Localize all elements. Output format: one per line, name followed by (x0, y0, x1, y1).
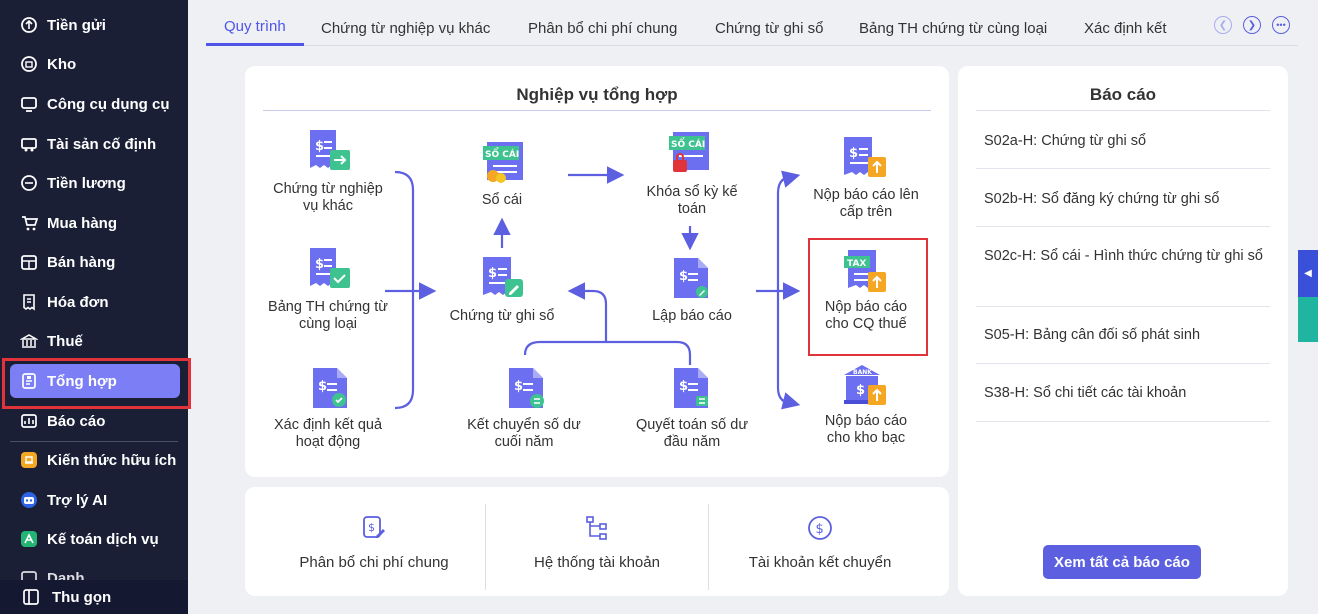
shortcut-label: Hệ thống tài khoản (534, 554, 660, 571)
document-ok-icon: $ (311, 366, 351, 417)
shortcut-divider (708, 504, 709, 590)
shortcut-tai-khoan-ket-chuyen[interactable]: $ Tài khoản kết chuyển (740, 514, 900, 571)
node-label: Xác định kết quả hoạt động (273, 417, 383, 450)
node-label: Quyết toán số dư đầu năm (635, 417, 749, 450)
report-link[interactable]: S02c-H: Sổ cái - Hình thức chứng từ ghi … (984, 245, 1274, 267)
svg-text:$: $ (856, 383, 865, 398)
triangle-left-icon: ◀ (1304, 268, 1312, 279)
svg-text:$: $ (679, 269, 688, 284)
node-label: Lập báo cáo (652, 308, 732, 324)
allocation-icon: $ (286, 514, 462, 546)
report-divider (976, 226, 1270, 227)
node-label: Chứng từ nghiệp vụ khác (273, 181, 383, 214)
report-divider (976, 168, 1270, 169)
svg-text:$: $ (816, 522, 824, 537)
report-divider (976, 363, 1270, 364)
svg-text:$: $ (514, 379, 523, 394)
report-link[interactable]: S02b-H: Sổ đăng ký chứng từ ghi sổ (984, 188, 1274, 210)
shortcut-label: Tài khoản kết chuyển (748, 554, 892, 571)
node-bang-th-chung-tu[interactable]: Bảng TH chứng từ cùng loại (266, 299, 390, 333)
document-edit-icon: $ (481, 255, 527, 306)
node-chung-tu-nghiep-vu-khac[interactable]: Chứng từ nghiệp vụ khác (266, 181, 390, 215)
node-quyet-toan-so-du[interactable]: Quyết toán số dư đầu năm (630, 417, 754, 451)
shortcut-label: Phân bổ chi phí chung (299, 554, 449, 571)
reports-title: Báo cáo (1089, 85, 1157, 104)
node-label: Nộp báo cáo cho kho bạc (824, 413, 908, 446)
document-settle-icon: $ (672, 366, 712, 417)
node-nop-bao-cao-kho-bac[interactable]: Nộp báo cáo cho kho bạc (815, 413, 917, 447)
node-chung-tu-ghi-so[interactable]: Chứng từ ghi sổ (436, 308, 568, 325)
report-link[interactable]: S02a-H: Chứng từ ghi sổ (984, 130, 1274, 152)
svg-text:$: $ (315, 257, 324, 272)
node-label: Nộp báo cáo lên cấp trên (813, 187, 919, 220)
node-so-cai[interactable]: Sổ cái (452, 192, 552, 209)
side-panel-toggle[interactable]: ◀ (1298, 250, 1318, 297)
report-divider (976, 306, 1270, 307)
report-divider (976, 421, 1270, 422)
bank-submit-icon: BANK $ (842, 363, 888, 414)
node-label: Chứng từ ghi sổ (449, 308, 555, 324)
ledger-icon: SỔ CÁI (481, 140, 527, 191)
account-tree-icon (520, 514, 674, 546)
node-label: Kết chuyển số dư cuối năm (467, 417, 581, 450)
dollar-circle-icon: $ (740, 514, 900, 546)
report-link[interactable]: S05-H: Bảng cân đối số phát sinh (984, 324, 1274, 346)
node-ket-chuyen-so-du[interactable]: Kết chuyển số dư cuối năm (462, 417, 586, 451)
node-nop-bao-cao-cap-tren[interactable]: Nộp báo cáo lên cấp trên (806, 187, 926, 221)
side-panel-tab[interactable] (1298, 297, 1318, 342)
shortcut-he-thong-tai-khoan[interactable]: Hệ thống tài khoản (520, 514, 674, 571)
document-forward-icon: $ (306, 128, 352, 179)
tax-node-highlight (808, 238, 928, 356)
node-label: Sổ cái (481, 192, 523, 208)
reports-title-underline (976, 110, 1270, 111)
svg-text:$: $ (488, 266, 497, 281)
svg-text:$: $ (315, 139, 324, 154)
svg-text:$: $ (849, 146, 858, 161)
ledger-lock-icon: SỔ CÁI (667, 130, 713, 181)
shortcut-divider (485, 504, 486, 590)
node-khoa-so[interactable]: Khóa sổ kỳ kế toán (638, 184, 746, 218)
node-label: Khóa sổ kỳ kế toán (646, 184, 738, 217)
document-check-icon: $ (306, 246, 352, 297)
report-link[interactable]: S38-H: Sổ chi tiết các tài khoản (984, 382, 1274, 404)
see-all-reports-button[interactable]: Xem tất cả báo cáo (1043, 545, 1201, 579)
shortcut-phan-bo-chi-phi[interactable]: $ Phân bổ chi phí chung (286, 514, 462, 571)
node-xac-dinh-ket-qua[interactable]: Xác định kết quả hoạt động (262, 417, 394, 451)
bank-badge-text: BANK (853, 369, 872, 376)
node-lap-bao-cao[interactable]: Lập báo cáo (630, 308, 754, 325)
document-transfer-icon: $ (507, 366, 547, 417)
submit-upload-icon: $ (842, 135, 888, 186)
node-label: Bảng TH chứng từ cùng loại (268, 299, 388, 332)
svg-text:$: $ (679, 379, 688, 394)
svg-text:$: $ (318, 379, 327, 394)
report-edit-icon: $ (672, 256, 712, 307)
svg-text:$: $ (368, 521, 375, 534)
